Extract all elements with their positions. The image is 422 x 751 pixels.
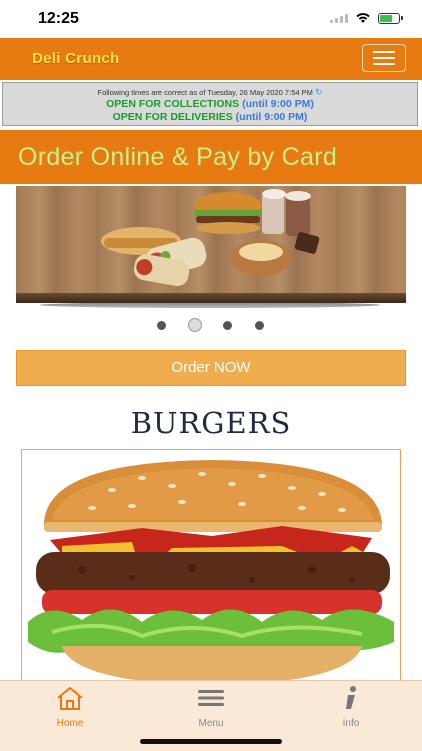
collections-status: OPEN FOR COLLECTIONS (until 9:00 PM): [106, 98, 314, 110]
battery-icon: [378, 12, 403, 24]
hamburger-icon[interactable]: [362, 44, 406, 72]
menu-icon: [198, 690, 224, 706]
status-bar: 12:25: [0, 0, 422, 38]
status-time: 12:25: [38, 10, 79, 27]
status-icons: [330, 12, 403, 24]
food-illustration: [101, 189, 320, 287]
home-icon: [57, 687, 83, 710]
tab-home-label: Home: [56, 718, 84, 729]
tab-menu[interactable]: Menu: [181, 685, 241, 729]
carousel-dot-4[interactable]: [255, 321, 264, 330]
info-icon: [346, 686, 356, 709]
app-header: Deli Crunch: [0, 38, 422, 80]
promo-banner: Order Online & Pay by Card: [0, 130, 422, 184]
burgers-category-card[interactable]: [21, 449, 401, 689]
tab-home[interactable]: Home: [40, 685, 100, 729]
carousel-dot-2[interactable]: [188, 318, 202, 332]
brand-title[interactable]: Deli Crunch: [32, 50, 119, 67]
carousel-shadow: [40, 302, 380, 308]
opening-times-notice: Following times are correct as of Tuesda…: [2, 82, 418, 126]
food-carousel-image[interactable]: [16, 186, 406, 303]
tab-info-label: Info: [342, 718, 360, 729]
burger-illustration: [28, 460, 394, 686]
signal-icon: [330, 13, 348, 23]
refresh-icon[interactable]: ↻: [315, 87, 323, 97]
notice-info-line: Following times are correct as of Tuesda…: [97, 87, 323, 97]
deliveries-status: OPEN FOR DELIVERIES (until 9:00 PM): [112, 111, 308, 123]
home-indicator: [140, 739, 282, 744]
promo-text: Order Online & Pay by Card: [18, 143, 338, 171]
order-now-button[interactable]: Order NOW: [16, 350, 406, 386]
wifi-icon: [356, 13, 370, 23]
carousel-dot-1[interactable]: [157, 321, 166, 330]
tab-menu-label: Menu: [198, 718, 224, 729]
section-title: BURGERS: [130, 406, 292, 440]
tab-info[interactable]: Info: [321, 685, 381, 729]
carousel-pagination: [0, 318, 422, 332]
carousel-dot-3[interactable]: [223, 321, 232, 330]
